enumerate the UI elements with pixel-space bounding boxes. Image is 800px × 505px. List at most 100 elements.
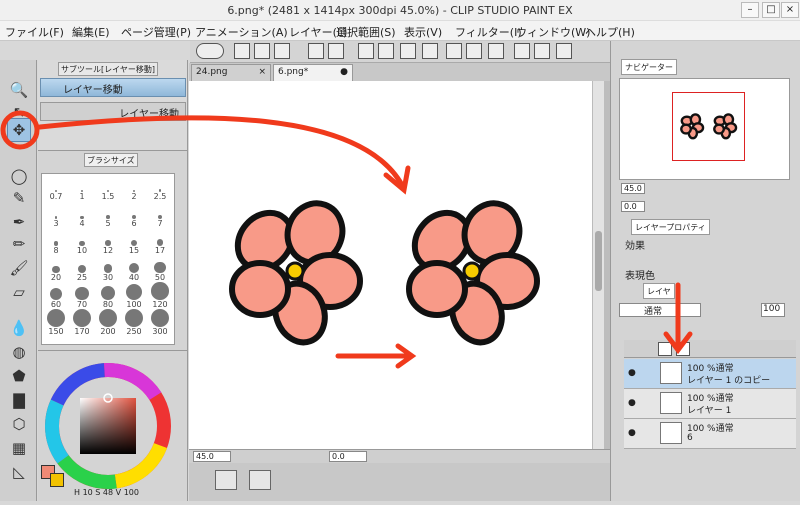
brush-size-cell[interactable]: 0.7 [45,178,67,204]
crop-icon[interactable] [446,43,462,59]
brush-size-cell[interactable]: 1.5 [97,178,119,204]
zoom-tool-icon[interactable]: 🔍 [7,78,31,102]
new-raster-layer-icon[interactable] [658,342,672,356]
brush-size-cell[interactable]: 50 [149,259,171,285]
brush-size-cell[interactable]: 10 [71,232,93,258]
brush-size-cell[interactable]: 25 [71,259,93,285]
brush-size-cell[interactable]: 2.5 [149,178,171,204]
undo-icon[interactable] [308,43,324,59]
nav-zoom-field[interactable]: 45.0 [621,183,645,194]
zoom-field[interactable]: 45.0 [193,451,231,462]
save-icon[interactable] [274,43,290,59]
gradient-tool-icon[interactable]: ▇ [7,388,31,412]
brush-size-cell[interactable]: 4 [71,205,93,231]
blend-tool-icon[interactable]: 💧 [7,316,31,340]
brush-size-cell[interactable]: 300 [149,309,171,339]
menu-animation[interactable]: アニメーション(A) [195,24,288,40]
brush-size-cell[interactable]: 20 [45,259,67,285]
brush-size-cell[interactable]: 6 [123,205,145,231]
subtool-tab[interactable]: サブツール[レイヤー移動] [58,62,159,76]
camera-icon[interactable] [249,470,271,490]
frame-icon[interactable] [215,470,237,490]
vertical-scrollbar[interactable] [592,81,604,449]
frame-tool-icon[interactable]: ▦ [7,436,31,460]
sub-color-swatch[interactable] [50,473,64,487]
figure-tool-icon[interactable]: ⬡ [7,412,31,436]
airbrush-tool-icon[interactable]: ◍ [7,340,31,364]
menu-selection[interactable]: 選択範囲(S) [336,24,396,40]
layer-property-tab[interactable]: レイヤープロパティ [631,219,710,235]
menu-view[interactable]: 表示(V) [404,24,442,40]
brush-size-cell[interactable]: 30 [97,259,119,285]
subtool-layer-move[interactable]: レイヤー移動 [40,78,186,97]
menu-edit[interactable]: 編集(E) [72,24,110,40]
visibility-eye-icon[interactable]: ● [628,398,636,408]
layer-row-paper[interactable]: ● 100 %通常 6 [624,419,796,449]
clip-studio-icon[interactable] [196,43,224,59]
visibility-eye-icon[interactable]: ● [628,368,636,378]
scroll-thumb[interactable] [595,231,602,291]
redo-icon[interactable] [328,43,344,59]
tab-6-png[interactable]: 6.png* ● [273,64,353,81]
brush-size-cell[interactable]: 1 [71,178,93,204]
fill-tool-icon[interactable]: ⬟ [7,364,31,388]
clear-icon[interactable] [358,43,374,59]
layer-tab[interactable]: レイヤ [643,283,675,299]
new-vector-layer-icon[interactable] [676,342,690,356]
brush-size-cell[interactable]: 7 [149,205,171,231]
lasso-tool-icon[interactable]: ◯ [7,164,31,188]
menu-page[interactable]: ページ管理(P) [121,24,191,40]
fill-icon[interactable] [378,43,394,59]
pen-tool-icon[interactable]: ✒ [7,210,31,234]
snap-grid-icon[interactable] [556,43,572,59]
brush-size-label: 250 [126,327,142,336]
brush-size-cell[interactable]: 3 [45,205,67,231]
brush-size-tab[interactable]: ブラシサイズ [84,153,138,167]
layer-row-copy[interactable]: ● 100 %通常 レイヤー 1 のコピー [624,359,796,389]
brush-size-cell[interactable]: 2 [123,178,145,204]
brush-tool-icon[interactable]: 🖌 [7,256,31,280]
eraser-tool-icon[interactable]: ▱ [7,280,31,304]
subtool-detail-layer-move[interactable]: レイヤー移動 [40,102,186,121]
brush-size-cell[interactable]: 170 [71,309,93,339]
deselect-icon[interactable] [422,43,438,59]
snap-ruler-icon[interactable] [514,43,530,59]
navigator-tab[interactable]: ナビゲーター [621,59,677,75]
brush-size-cell[interactable]: 15 [123,232,145,258]
navigator-viewport[interactable] [672,92,745,161]
transform-icon[interactable] [400,43,416,59]
new-file-icon[interactable] [234,43,250,59]
brush-size-cell[interactable]: 200 [97,309,119,339]
brush-size-cell[interactable]: 150 [45,309,67,339]
pencil-tool-icon[interactable]: ✏ [7,232,31,256]
menu-help[interactable]: ヘルプ(H) [585,24,635,40]
opacity-field[interactable]: 100 [761,303,785,317]
close-button[interactable]: × [781,2,799,18]
tab-24-png[interactable]: 24.png × [191,64,271,81]
brush-size-cell[interactable]: 5 [97,205,119,231]
layer-move-tool-icon[interactable]: ✥ [7,118,31,142]
menu-window[interactable]: ウィンドウ(W) [516,24,590,40]
command-bar [190,41,610,63]
minimize-button[interactable]: – [741,2,759,18]
blend-mode-select[interactable]: 通常 [619,303,701,317]
menu-file[interactable]: ファイル(F) [5,24,64,40]
brush-size-cell[interactable]: 17 [149,232,171,258]
angle-field[interactable]: 0.0 [329,451,367,462]
menu-filter[interactable]: フィルター(I) [455,24,522,40]
brush-size-cell[interactable]: 40 [123,259,145,285]
brush-size-cell[interactable]: 12 [97,232,119,258]
snap-special-icon[interactable] [534,43,550,59]
brush-size-cell[interactable]: 8 [45,232,67,258]
visibility-eye-icon[interactable]: ● [628,428,636,438]
maximize-button[interactable]: □ [762,2,780,18]
invert-icon[interactable] [466,43,482,59]
expand-icon[interactable] [488,43,504,59]
layer-row-1[interactable]: ● 100 %通常 レイヤー 1 [624,389,796,419]
nav-angle-field[interactable]: 0.0 [621,201,645,212]
eyedropper-tool-icon[interactable]: ✎ [7,186,31,210]
open-folder-icon[interactable] [254,43,270,59]
brush-size-cell[interactable]: 250 [123,309,145,339]
ruler-tool-icon[interactable]: ◺ [7,460,31,484]
canvas-paper[interactable] [189,81,592,449]
